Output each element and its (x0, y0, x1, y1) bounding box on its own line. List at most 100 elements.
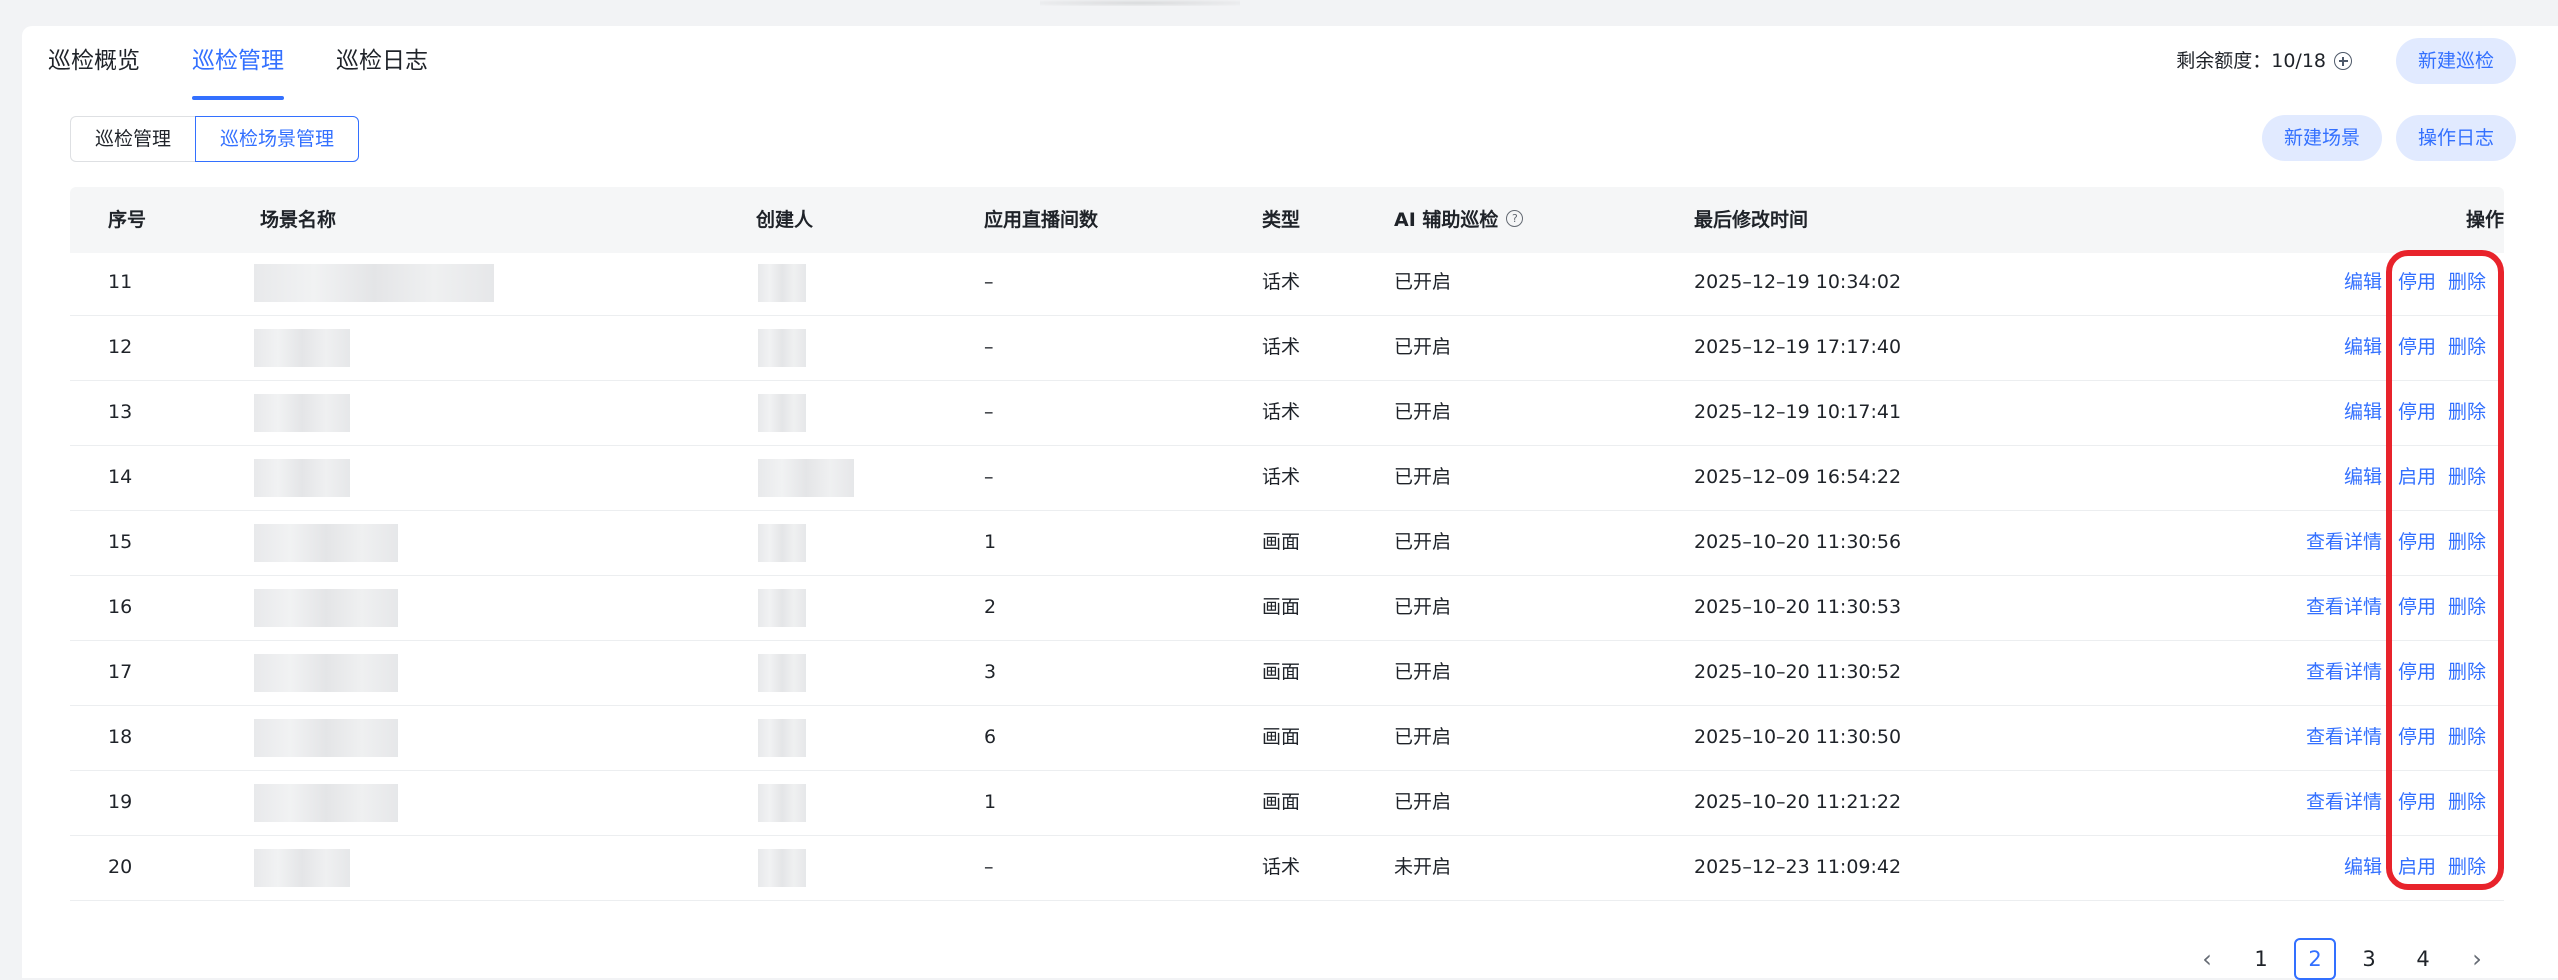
quota-label: 剩余额度： (2176, 50, 2272, 72)
row-ai-status: 已开启 (1394, 791, 1452, 813)
row-ai-status: 已开启 (1394, 401, 1452, 423)
delete-link[interactable]: 删除 (2448, 770, 2486, 835)
view-details-link[interactable]: 查看详情 (2306, 640, 2382, 705)
help-icon[interactable]: ? (1506, 210, 1524, 227)
new-inspection-button[interactable]: 新建巡检 (2395, 38, 2516, 84)
view-details-link[interactable]: 查看详情 (2306, 575, 2382, 640)
row-modified-time: 2025–12–09 16:54:22 (1694, 466, 1902, 488)
row-rooms: – (984, 856, 994, 878)
toggle-status-link[interactable]: 停用 (2398, 510, 2436, 575)
view-details-link[interactable]: 查看详情 (2306, 510, 2382, 575)
tab-inspection-overview[interactable]: 巡检概览 (48, 44, 140, 100)
toggle-status-link[interactable]: 停用 (2398, 640, 2436, 705)
row-type: 画面 (1262, 726, 1301, 748)
edit-link[interactable]: 编辑 (2344, 250, 2382, 315)
row-index: 14 (108, 466, 133, 488)
table-header: 序号 场景名称 创建人 应用直播间数 类型 AI 辅助巡检? 最后修改时间 操作 (70, 187, 2504, 253)
edit-link[interactable]: 编辑 (2344, 380, 2382, 445)
row-index: 12 (108, 336, 133, 358)
toggle-status-link[interactable]: 停用 (2398, 705, 2436, 770)
row-modified-time: 2025–10–20 11:30:53 (1694, 596, 1902, 618)
row-rooms: – (984, 466, 994, 488)
table-row: 19 1 画面 已开启 2025–10–20 11:21:22 查看详情 停用 删除 (70, 770, 2504, 836)
row-modified-time: 2025–12–19 10:17:41 (1694, 401, 1902, 423)
view-details-link[interactable]: 查看详情 (2306, 705, 2382, 770)
add-circle-icon[interactable] (2334, 52, 2352, 70)
toggle-status-link[interactable]: 停用 (2398, 250, 2436, 315)
toggle-status-link[interactable]: 启用 (2398, 835, 2436, 900)
redacted-scene-name (254, 329, 350, 367)
row-modified-time: 2025–12–19 10:34:02 (1694, 271, 1902, 293)
table-row: 18 6 画面 已开启 2025–10–20 11:30:50 查看详情 停用 删除 (70, 705, 2504, 771)
delete-link[interactable]: 删除 (2448, 315, 2486, 380)
table-row: 11 – 话术 已开启 2025–12–19 10:34:02 编辑 停用 删除 (70, 250, 2504, 316)
new-scene-button[interactable]: 新建场景 (2261, 115, 2382, 161)
col-creator: 创建人 (756, 209, 814, 231)
toggle-status-link[interactable]: 启用 (2398, 445, 2436, 510)
row-type: 话术 (1262, 466, 1301, 488)
row-type: 话术 (1262, 401, 1301, 423)
subtab-inspection-management[interactable]: 巡检管理 (70, 116, 196, 162)
edit-link[interactable]: 编辑 (2344, 445, 2382, 510)
delete-link[interactable]: 删除 (2448, 445, 2486, 510)
redacted-scene-name (254, 394, 350, 432)
delete-link[interactable]: 删除 (2448, 705, 2486, 770)
delete-link[interactable]: 删除 (2448, 510, 2486, 575)
row-modified-time: 2025–10–20 11:30:50 (1694, 726, 1902, 748)
delete-link[interactable]: 删除 (2448, 250, 2486, 315)
row-rooms: – (984, 336, 994, 358)
row-ai-status: 未开启 (1394, 856, 1452, 878)
col-index: 序号 (108, 209, 147, 231)
delete-link[interactable]: 删除 (2448, 575, 2486, 640)
redacted-scene-name (254, 784, 398, 822)
col-type: 类型 (1262, 209, 1301, 231)
redacted-creator (758, 264, 806, 302)
table-row: 20 – 话术 未开启 2025–12–23 11:09:42 编辑 启用 删除 (70, 835, 2504, 901)
row-index: 11 (108, 271, 133, 293)
delete-link[interactable]: 删除 (2448, 380, 2486, 445)
top-shadow (1040, 0, 1240, 6)
delete-link[interactable]: 删除 (2448, 640, 2486, 705)
tab-inspection-management[interactable]: 巡检管理 (192, 44, 284, 100)
subtab-scene-management[interactable]: 巡检场景管理 (195, 116, 360, 162)
redacted-creator (758, 719, 806, 757)
redacted-scene-name (254, 849, 350, 887)
redacted-scene-name (254, 654, 398, 692)
page-3[interactable]: 3 (2348, 938, 2390, 980)
row-ai-status: 已开启 (1394, 466, 1452, 488)
page-1[interactable]: 1 (2240, 938, 2282, 980)
row-ai-status: 已开启 (1394, 726, 1452, 748)
view-details-link[interactable]: 查看详情 (2306, 770, 2382, 835)
row-ai-status: 已开启 (1394, 336, 1452, 358)
row-modified-time: 2025–12–19 17:17:40 (1694, 336, 1902, 358)
redacted-scene-name (254, 589, 398, 627)
chevron-right-icon[interactable]: › (2456, 938, 2498, 980)
row-ai-status: 已开启 (1394, 531, 1452, 553)
tab-inspection-log[interactable]: 巡检日志 (336, 44, 428, 100)
redacted-creator (758, 459, 854, 497)
row-modified-time: 2025–10–20 11:21:22 (1694, 791, 1902, 813)
toggle-status-link[interactable]: 停用 (2398, 770, 2436, 835)
redacted-scene-name (254, 459, 350, 497)
row-type: 画面 (1262, 661, 1301, 683)
row-ai-status: 已开启 (1394, 661, 1452, 683)
chevron-left-icon[interactable]: ‹ (2186, 938, 2228, 980)
page-4[interactable]: 4 (2402, 938, 2444, 980)
table-row: 12 – 话术 已开启 2025–12–19 17:17:40 编辑 停用 删除 (70, 315, 2504, 381)
toggle-status-link[interactable]: 停用 (2398, 575, 2436, 640)
table-row: 14 – 话术 已开启 2025–12–09 16:54:22 编辑 启用 删除 (70, 445, 2504, 511)
col-rooms: 应用直播间数 (984, 209, 1099, 231)
delete-link[interactable]: 删除 (2448, 835, 2486, 900)
operation-log-button[interactable]: 操作日志 (2395, 115, 2516, 161)
toggle-status-link[interactable]: 停用 (2398, 315, 2436, 380)
page-2[interactable]: 2 (2294, 938, 2336, 980)
main-tabs: 巡检概览 巡检管理 巡检日志 (48, 44, 480, 100)
row-rooms: 6 (984, 726, 997, 748)
row-ai-status: 已开启 (1394, 596, 1452, 618)
row-rooms: – (984, 271, 994, 293)
redacted-creator (758, 654, 806, 692)
edit-link[interactable]: 编辑 (2344, 835, 2382, 900)
redacted-creator (758, 394, 806, 432)
edit-link[interactable]: 编辑 (2344, 315, 2382, 380)
toggle-status-link[interactable]: 停用 (2398, 380, 2436, 445)
